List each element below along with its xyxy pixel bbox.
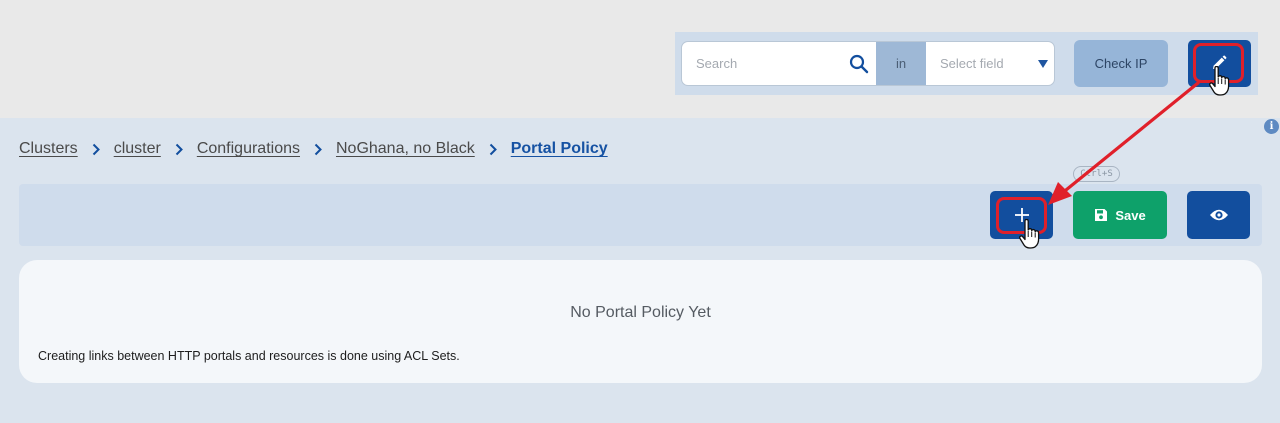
breadcrumb-item-configurations[interactable]: Configurations <box>197 140 300 158</box>
in-label: in <box>876 42 926 85</box>
select-field-dropdown[interactable]: Select field <box>926 42 1054 85</box>
chevron-right-icon <box>314 143 322 156</box>
floppy-disk-icon <box>1095 209 1108 221</box>
chevron-right-icon <box>489 143 497 156</box>
search-group: in Select field <box>681 41 1055 86</box>
breadcrumb-item-configuration-name[interactable]: NoGhana, no Black <box>336 140 475 158</box>
save-label: Save <box>1115 207 1146 223</box>
breadcrumb-item-cluster[interactable]: cluster <box>114 140 161 158</box>
chevron-right-icon <box>92 143 100 156</box>
shortcut-hint: Ctrl+S <box>1073 166 1120 182</box>
hand-cursor-icon <box>1019 219 1040 249</box>
check-ip-button[interactable]: Check IP <box>1074 40 1168 87</box>
breadcrumb: Clusters cluster Configurations NoGhana,… <box>19 138 608 160</box>
search-icon[interactable] <box>849 54 869 74</box>
breadcrumb-item-clusters[interactable]: Clusters <box>19 140 78 158</box>
save-button[interactable]: Save <box>1073 191 1167 239</box>
search-input[interactable] <box>682 42 876 85</box>
caret-down-icon <box>1038 60 1048 68</box>
hand-cursor-icon <box>1209 66 1230 96</box>
eye-icon <box>1210 209 1228 221</box>
empty-state-title: No Portal Policy Yet <box>570 304 711 321</box>
select-field-placeholder: Select field <box>940 56 1004 71</box>
info-icon[interactable]: i <box>1264 119 1279 134</box>
view-button[interactable] <box>1187 191 1250 239</box>
empty-state-card: No Portal Policy Yet Creating links betw… <box>19 260 1262 383</box>
empty-state-description: Creating links between HTTP portals and … <box>38 349 460 363</box>
breadcrumb-item-portal-policy[interactable]: Portal Policy <box>511 140 608 158</box>
chevron-right-icon <box>175 143 183 156</box>
